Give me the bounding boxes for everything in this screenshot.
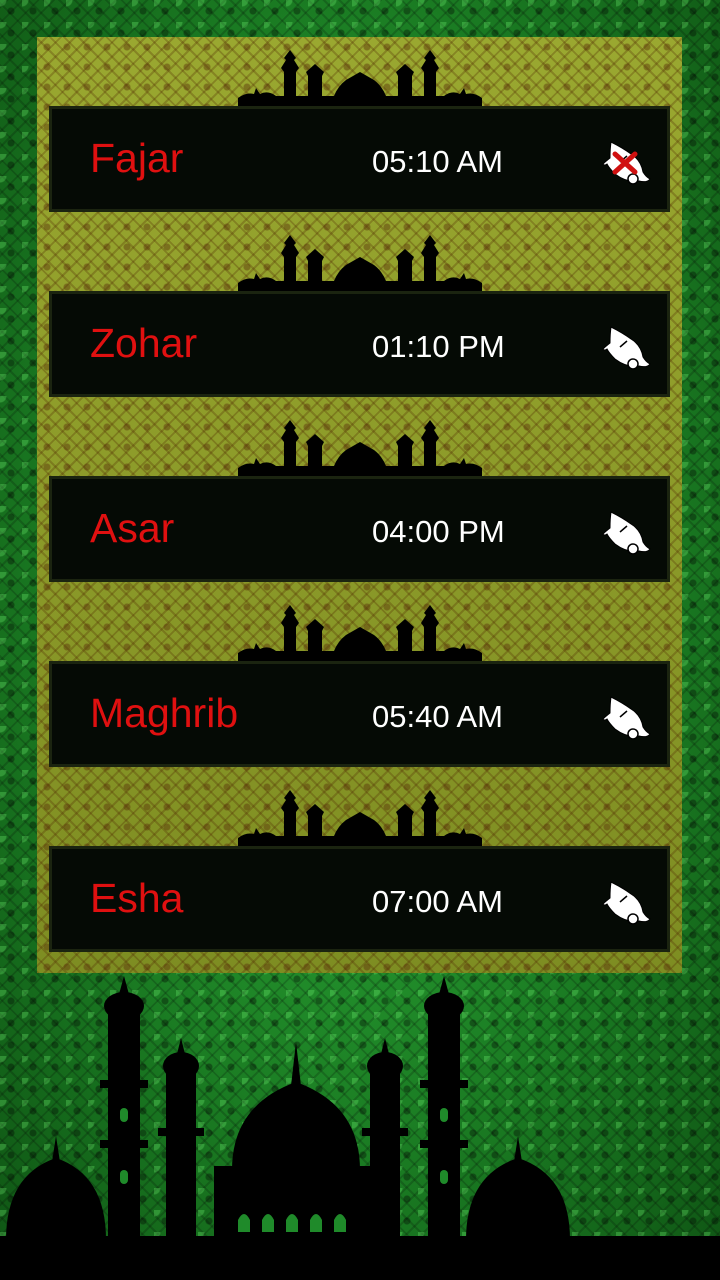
prayer-time[interactable]: 05:40 AM <box>372 697 503 737</box>
bell-icon[interactable] <box>601 876 653 928</box>
bell-icon[interactable] <box>601 691 653 743</box>
prayer-time[interactable]: 07:00 AM <box>372 882 503 922</box>
mosque-skyline-icon <box>238 50 482 108</box>
bell-muted-icon[interactable] <box>601 136 653 188</box>
mosque-skyline-icon <box>238 420 482 478</box>
prayer-time[interactable]: 05:10 AM <box>372 142 503 182</box>
mosque-skyline-icon <box>238 235 482 293</box>
prayer-row-esha[interactable]: Esha 07:00 AM <box>49 846 670 952</box>
prayer-name: Fajar <box>90 135 184 181</box>
prayer-name: Esha <box>90 875 184 921</box>
prayer-name: Maghrib <box>90 690 239 736</box>
prayer-time[interactable]: 04:00 PM <box>372 512 505 552</box>
prayer-row-asar[interactable]: Asar 04:00 PM <box>49 476 670 582</box>
mosque-skyline-icon <box>238 790 482 848</box>
prayer-name: Asar <box>90 505 175 551</box>
prayer-name: Zohar <box>90 320 198 366</box>
bell-icon[interactable] <box>601 321 653 373</box>
prayer-time[interactable]: 01:10 PM <box>372 327 505 367</box>
bell-icon[interactable] <box>601 506 653 558</box>
prayer-row-maghrib[interactable]: Maghrib 05:40 AM <box>49 661 670 767</box>
mosque-skyline-icon <box>238 605 482 663</box>
prayer-row-zohar[interactable]: Zohar 01:10 PM <box>49 291 670 397</box>
mosque-silhouette-icon <box>0 976 720 1280</box>
prayer-row-fajar[interactable]: Fajar 05:10 AM <box>49 106 670 212</box>
